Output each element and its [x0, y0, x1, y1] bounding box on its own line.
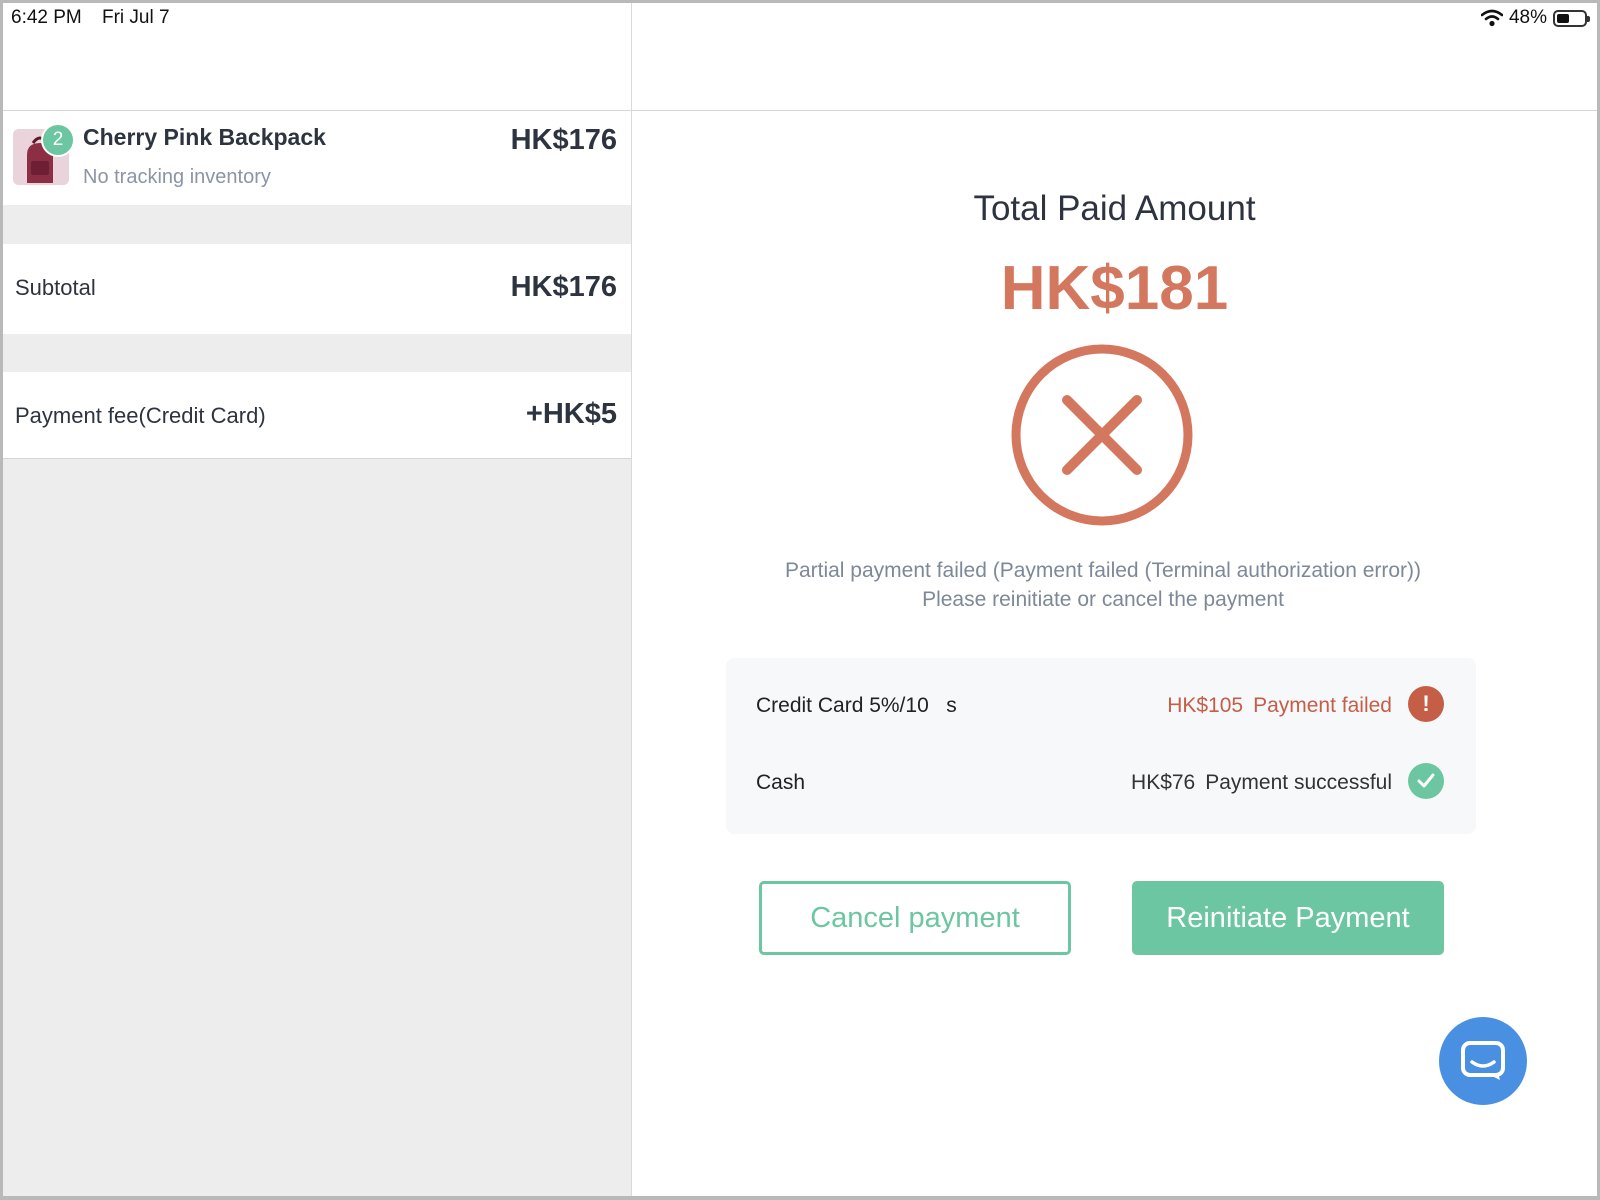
cancel-payment-button[interactable]: Cancel payment [759, 881, 1071, 955]
payments-list: Credit Card 5%/10 s HK$105 Payment failed… [726, 658, 1476, 834]
payment-row-cash: Cash HK$76 Payment successful [726, 763, 1476, 803]
payment-fee-label: Payment fee(Credit Card) [15, 403, 266, 428]
payment-status-group: HK$76 Payment successful [1131, 771, 1392, 795]
error-message: Partial payment failed (Payment failed (… [784, 559, 1422, 611]
payment-method: Credit Card 5%/10 s [756, 694, 957, 717]
total-paid-amount: HK$181 [1000, 254, 1229, 323]
payment-row-credit-card: Credit Card 5%/10 s HK$105 Payment failed… [726, 686, 1476, 726]
item-name: Cherry Pink Backpack [83, 124, 326, 150]
payment-amount: HK$76 [1131, 771, 1196, 794]
check-icon [1408, 763, 1444, 799]
item-inventory-note: No tracking inventory [83, 166, 271, 188]
payment-method: Cash [756, 771, 806, 794]
status-bar: 6:42 PM Fri Jul 7 48% [3, 3, 1597, 37]
item-price: HK$176 [510, 124, 617, 156]
payment-fee-row: Payment fee(Credit Card) +HK$5 [3, 372, 631, 459]
payment-amount: HK$105 [1167, 694, 1244, 717]
battery-percentage: 48% [1508, 7, 1547, 28]
subtotal-label: Subtotal [15, 275, 96, 300]
status-right: 48% [1480, 7, 1590, 29]
quantity-badge: 2 [41, 123, 75, 157]
payment-status: Payment failed [1253, 694, 1392, 717]
subtotal-row: Subtotal HK$176 [3, 244, 631, 334]
status-date: Fri Jul 7 [102, 7, 170, 28]
subtotal-value: HK$176 [510, 271, 617, 303]
chat-icon [1461, 1041, 1505, 1080]
battery-level [1557, 13, 1569, 23]
payment-status-group: HK$105 Payment failed [1167, 694, 1392, 718]
reinitiate-payment-button[interactable]: Reinitiate Payment [1132, 881, 1444, 955]
chat-button[interactable] [1439, 1017, 1527, 1105]
cart-pane: 2 Cherry Pink Backpack No tracking inven… [3, 3, 632, 1196]
battery-icon [1553, 9, 1590, 27]
status-time: 6:42 PM [11, 7, 82, 28]
wifi-icon [1480, 9, 1503, 27]
exclamation-icon: ! [1408, 686, 1444, 722]
payment-status: Payment successful [1205, 771, 1392, 794]
x-circle-icon [1009, 342, 1195, 528]
app-window: 2 Cherry Pink Backpack No tracking inven… [0, 0, 1600, 1200]
total-paid-label: Total Paid Amount [973, 189, 1256, 228]
payment-fee-value: +HK$5 [525, 398, 617, 430]
